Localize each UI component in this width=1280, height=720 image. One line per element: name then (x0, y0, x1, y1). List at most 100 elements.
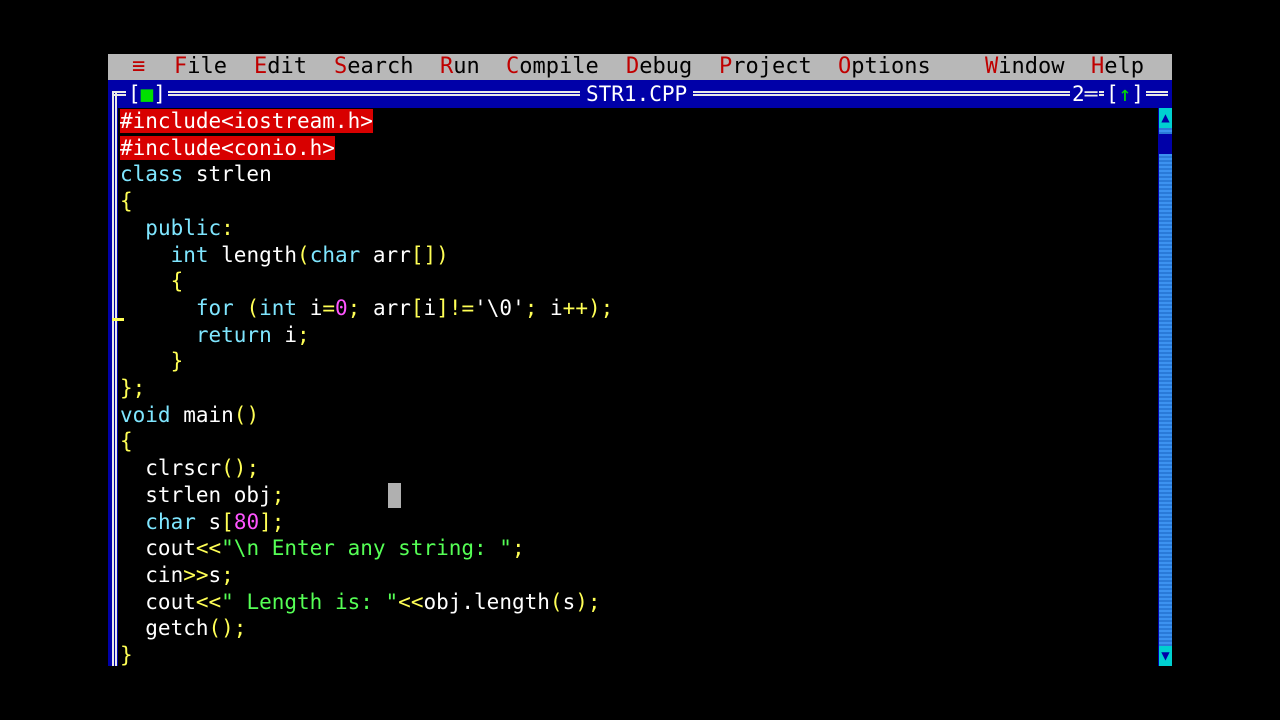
code-token-id: s (195, 509, 222, 534)
code-line[interactable]: public: (120, 215, 234, 241)
code-token-pun: ( (549, 589, 563, 614)
code-token-id: strlen (183, 162, 272, 187)
code-token-pun: ; (271, 482, 285, 507)
window-number: 2═ (1070, 80, 1100, 108)
code-line[interactable]: } (120, 642, 133, 668)
zoom-arrow-icon: ↑ (1118, 82, 1132, 106)
code-token-id: getch (120, 616, 209, 641)
code-token-pun: = (322, 295, 335, 320)
code-token-pun: << (398, 589, 424, 614)
zoom-bracket-right: ] (1131, 82, 1144, 106)
scroll-down-arrow-icon[interactable]: ▼ (1159, 646, 1172, 666)
code-token-kw: int (259, 295, 298, 320)
code-line[interactable]: class strlen (120, 161, 272, 187)
code-token-pun: ; (524, 295, 538, 320)
code-token-id (120, 269, 171, 293)
code-token-pun: : (221, 215, 234, 240)
code-line[interactable]: int length(char arr[]) (120, 242, 449, 268)
code-line[interactable]: return i; (120, 322, 310, 348)
menu-project[interactable]: Project (719, 54, 812, 80)
code-token-pun: (); (208, 616, 247, 641)
system-menu-icon[interactable]: ≡ (132, 54, 145, 80)
code-token-id: s (562, 589, 576, 614)
menu-compile-label: ompile (519, 54, 599, 79)
code-line[interactable]: void main() (120, 402, 259, 428)
code-token-pun: () (233, 402, 260, 427)
code-token-pun: { (120, 429, 133, 454)
window-title-bar: [■] STR1.CPP 2═ [↑] (108, 80, 1172, 108)
code-token-id: obj.length (423, 589, 550, 614)
code-token-id (234, 296, 247, 320)
menu-file[interactable]: File (174, 54, 227, 80)
code-line[interactable]: { (120, 268, 184, 294)
code-token-pun: << (195, 589, 222, 614)
code-token-str: "\n Enter any string: " (221, 536, 512, 561)
menu-options[interactable]: Options (838, 54, 931, 80)
code-line[interactable]: cout<<"\n Enter any string: "; (120, 535, 525, 561)
code-token-num: 0 (335, 295, 348, 320)
code-line[interactable]: } (120, 348, 184, 374)
menu-edit-label: dit (267, 54, 307, 79)
menu-help-hotkey: H (1091, 54, 1105, 79)
window-frame-left (112, 92, 117, 666)
window-close-button[interactable]: [■] (126, 80, 168, 108)
code-token-pun: } (120, 643, 133, 667)
code-token-id: i (297, 295, 323, 320)
code-token-id (120, 243, 171, 267)
code-token-pun: ; (511, 536, 525, 561)
code-token-pun: ( (297, 242, 310, 267)
code-token-pun: []) (410, 242, 449, 267)
code-token-pun: << (195, 536, 222, 561)
menu-options-hotkey: O (838, 54, 852, 79)
menu-project-hotkey: P (719, 54, 733, 79)
code-token-pun: (); (221, 456, 260, 481)
text-caret (112, 318, 124, 321)
menu-help-label: elp (1104, 54, 1144, 79)
code-line[interactable]: cin>>s; (120, 562, 234, 588)
code-token-pun: } (170, 349, 184, 374)
code-token-id (120, 349, 171, 373)
code-line[interactable]: strlen obj; (120, 482, 284, 508)
scroll-thumb[interactable] (1159, 134, 1172, 154)
vertical-scrollbar[interactable]: ▲ ▼ (1159, 108, 1172, 666)
menu-compile[interactable]: Compile (506, 54, 599, 80)
code-token-pun: [ (410, 295, 424, 320)
code-line[interactable]: char s[80]; (120, 509, 284, 535)
code-token-pun: { (120, 189, 133, 214)
code-token-id: arr (360, 242, 411, 267)
menu-debug[interactable]: Debug (626, 54, 692, 80)
code-token-kw: return (195, 322, 272, 347)
code-token-id (120, 510, 145, 534)
code-token-id (120, 216, 145, 240)
menu-project-label: roject (732, 54, 812, 79)
code-token-pun: }; (120, 376, 146, 400)
menu-file-label: ile (187, 54, 227, 79)
menu-edit[interactable]: Edit (254, 54, 307, 80)
code-token-str: " Length is: " (221, 589, 399, 614)
window-zoom-button[interactable]: [↑] (1104, 80, 1146, 108)
code-token-pun: ++); (562, 295, 614, 320)
code-editor[interactable]: #include<iostream.h> #include<conio.h> cla… (118, 108, 1158, 668)
menu-window-hotkey: W (985, 54, 999, 79)
code-token-pun: { (170, 269, 184, 294)
code-line[interactable]: #include<conio.h> (120, 135, 335, 161)
code-line[interactable]: clrscr(); (120, 455, 259, 481)
code-line[interactable]: { (120, 428, 133, 454)
menu-debug-hotkey: D (626, 54, 640, 79)
menu-help[interactable]: Help (1091, 54, 1144, 80)
menu-window[interactable]: Window (985, 54, 1064, 80)
scroll-up-arrow-icon[interactable]: ▲ (1159, 108, 1172, 128)
code-line[interactable]: { (120, 188, 133, 214)
code-line[interactable]: }; (120, 375, 145, 401)
mouse-cursor-block (388, 483, 401, 508)
code-line[interactable]: for (int i=0; arr[i]!='\0'; i++); (120, 295, 613, 321)
menu-run[interactable]: Run (440, 54, 480, 80)
code-line[interactable]: cout<<" Length is: "<<obj.length(s); (120, 589, 600, 615)
close-bracket-left: [ (128, 82, 141, 106)
code-line[interactable]: getch(); (120, 615, 246, 641)
menu-search[interactable]: Search (334, 54, 413, 80)
window-number-value: 2 (1072, 82, 1085, 106)
code-line[interactable]: #include<iostream.h> (120, 108, 373, 134)
window-title: STR1.CPP (580, 80, 694, 108)
code-token-pun: ( (246, 295, 260, 320)
